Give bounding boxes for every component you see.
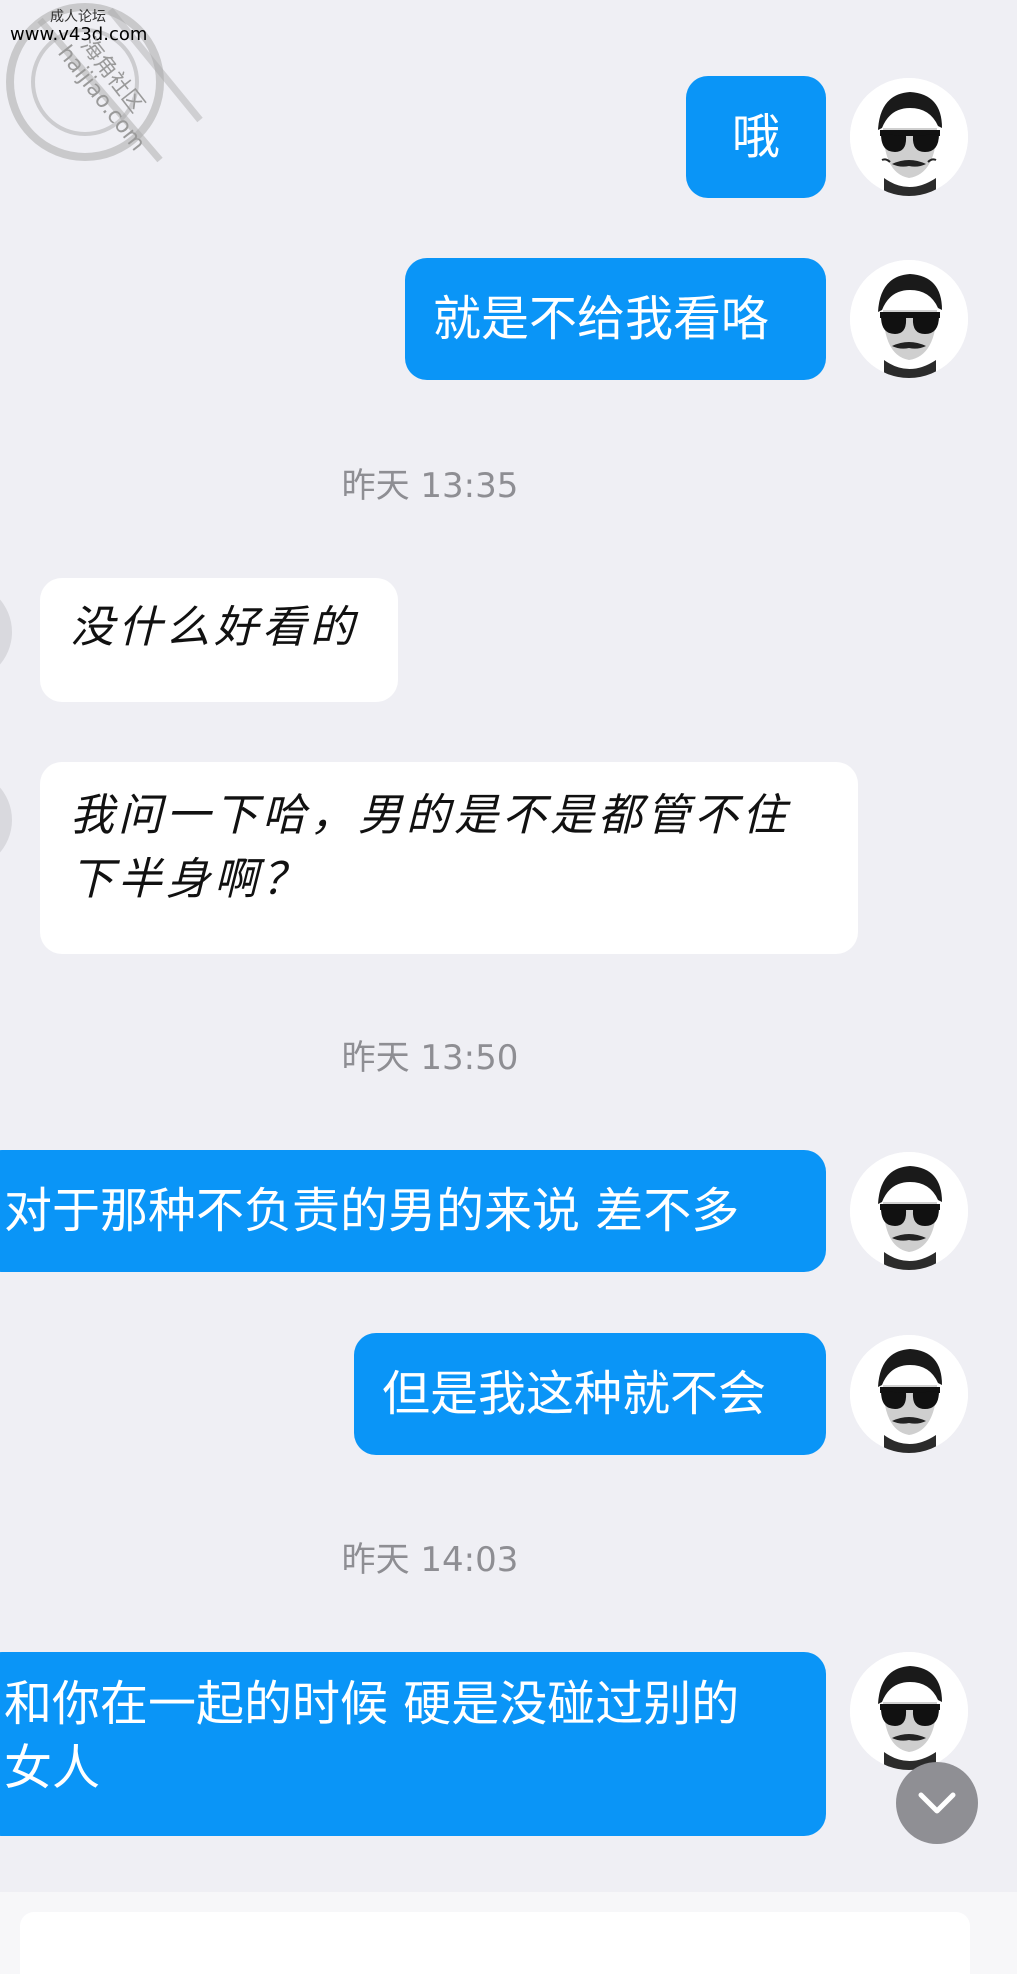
watermark-top-text: 成人论坛 — [50, 9, 106, 25]
incoming-message-bubble[interactable]: 没什么好看的 — [40, 578, 398, 702]
avatar-sunglasses-icon — [850, 1152, 968, 1270]
outgoing-message-bubble[interactable]: 就是不给我看咯 — [405, 258, 826, 380]
message-text: 对于那种不负责的男的来说 差不多 — [4, 1183, 740, 1239]
message-text: 就是不给我看咯 — [433, 291, 770, 347]
message-text: 和你在一起的时候 硬是没碰过别的女人 — [4, 1676, 740, 1796]
outgoing-message-bubble[interactable]: 对于那种不负责的男的来说 差不多 — [0, 1150, 826, 1272]
watermark: 成人论坛 www.v43d.com 海角社区 haijiao.com — [0, 0, 230, 190]
timestamp: 昨天 14:03 — [341, 1540, 519, 1580]
avatar[interactable] — [0, 770, 12, 870]
avatar[interactable] — [850, 1152, 968, 1270]
message-text: 但是我这种就不会 — [382, 1366, 767, 1422]
message-input[interactable] — [20, 1912, 970, 1974]
outgoing-message-bubble[interactable]: 但是我这种就不会 — [354, 1333, 826, 1455]
chevron-down-icon — [918, 1792, 956, 1814]
input-bar — [0, 1892, 1017, 1974]
watermark-seal-text: 海角社区 — [75, 33, 149, 118]
avatar[interactable] — [850, 260, 968, 378]
timestamp: 昨天 13:35 — [341, 466, 519, 506]
incoming-message-bubble[interactable]: 我问一下哈，男的是不是都管不住下半身啊？ — [40, 762, 858, 954]
message-text: 哦 — [731, 109, 780, 165]
avatar[interactable] — [850, 78, 968, 196]
outgoing-message-bubble[interactable]: 哦 — [686, 76, 826, 198]
watermark-site-text: www.v43d.com — [10, 24, 148, 45]
outgoing-message-bubble[interactable]: 和你在一起的时候 硬是没碰过别的女人 — [0, 1652, 826, 1836]
avatar[interactable] — [0, 582, 12, 682]
scroll-to-bottom-button[interactable] — [896, 1762, 978, 1844]
message-text: 没什么好看的 — [70, 602, 358, 653]
watermark-seal-domain: haijiao.com — [52, 41, 150, 156]
avatar-sunglasses-icon — [850, 78, 968, 196]
avatar-sunglasses-icon — [850, 1335, 968, 1453]
avatar[interactable] — [850, 1652, 968, 1770]
message-text: 我问一下哈，男的是不是都管不住下半身啊？ — [70, 790, 790, 905]
chat-screen: 成人论坛 www.v43d.com 海角社区 haijiao.com 哦 就是不… — [0, 0, 1017, 1974]
avatar-sunglasses-icon — [850, 1652, 968, 1770]
watermark-seal-icon — [6, 3, 203, 163]
timestamp: 昨天 13:50 — [341, 1038, 519, 1078]
avatar[interactable] — [850, 1335, 968, 1453]
avatar-sunglasses-icon — [850, 260, 968, 378]
